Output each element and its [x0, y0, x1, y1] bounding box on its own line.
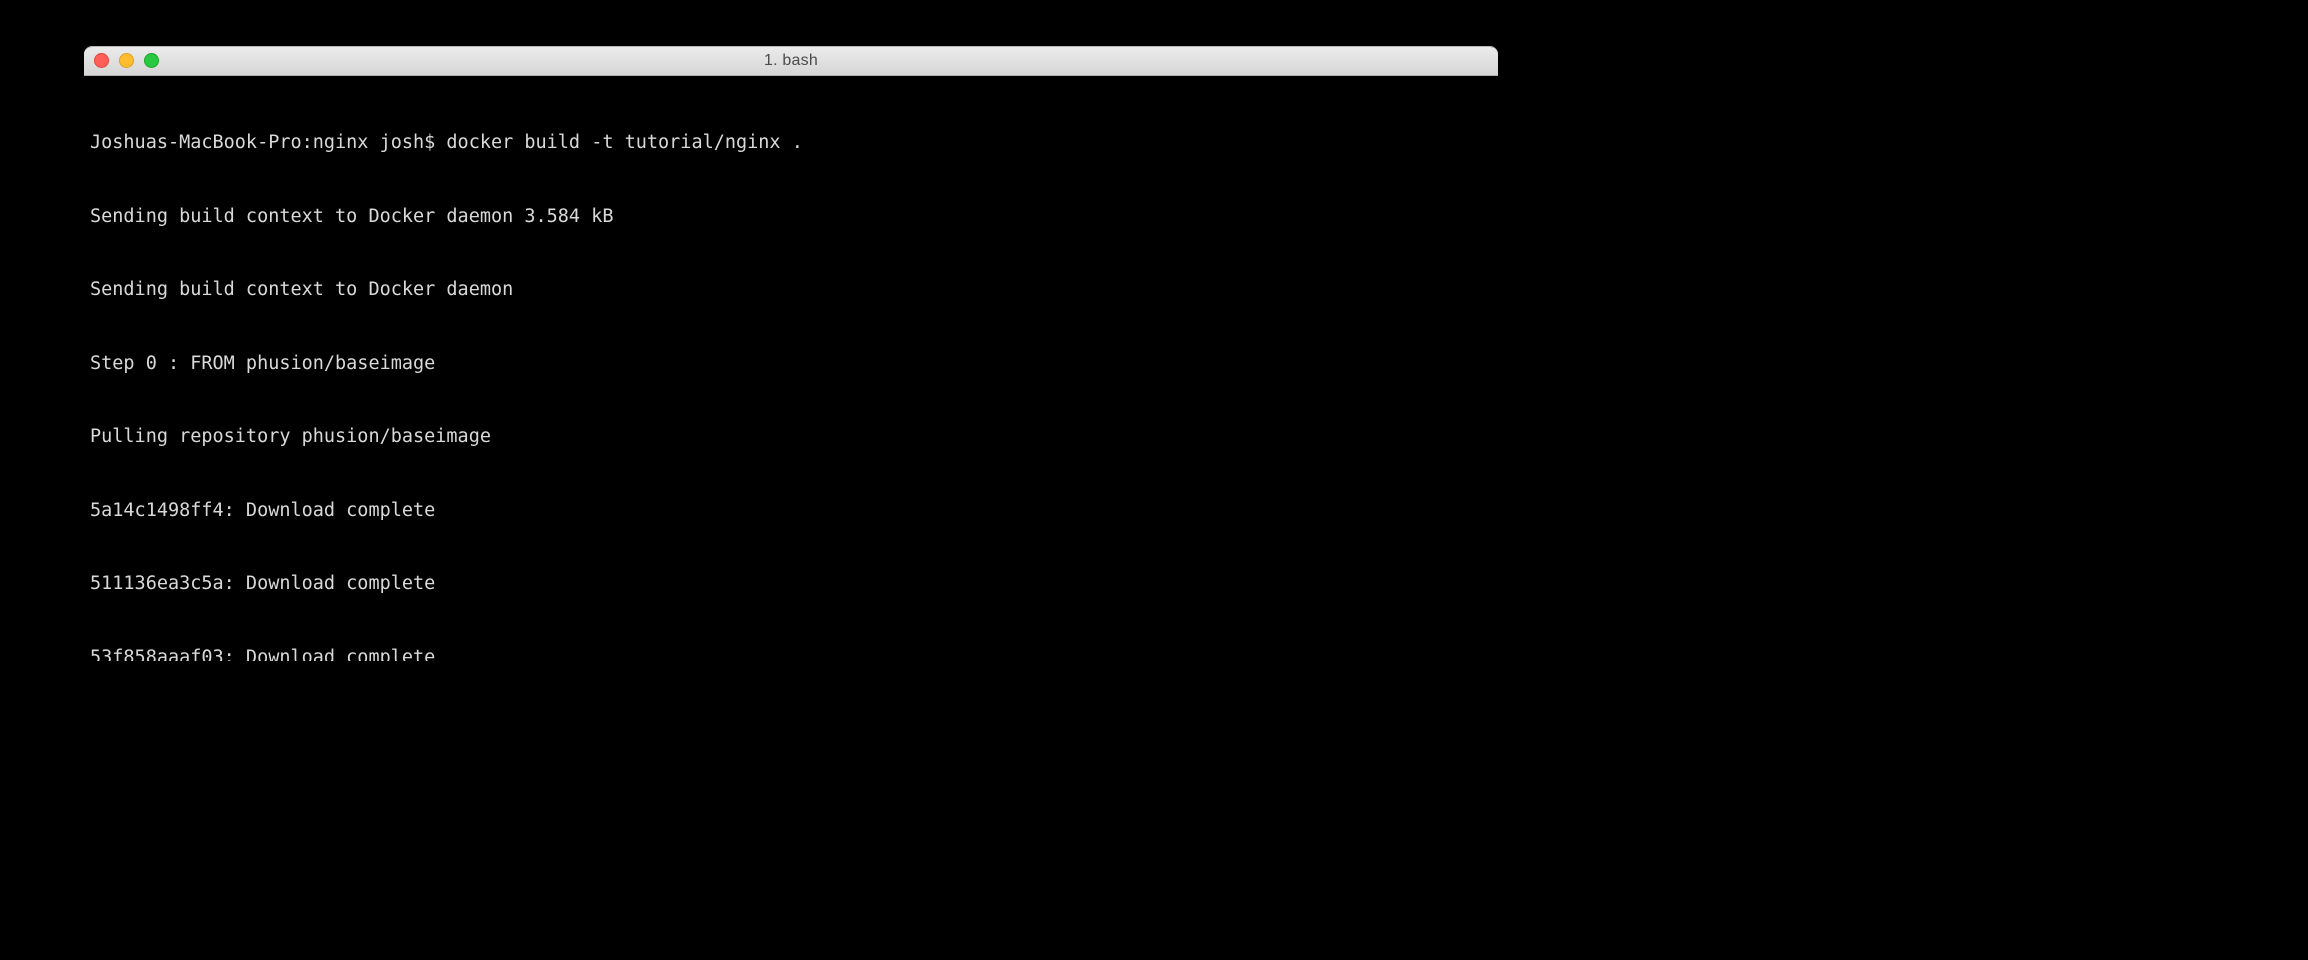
traffic-lights	[94, 53, 159, 68]
window-title: 1. bash	[84, 52, 1498, 70]
terminal-body[interactable]: Joshuas-MacBook-Pro:nginx josh$ docker b…	[84, 76, 1498, 661]
terminal-line: Sending build context to Docker daemon 3…	[90, 205, 1490, 230]
terminal-line: Sending build context to Docker daemon	[90, 278, 1490, 303]
terminal-line: 5a14c1498ff4: Download complete	[90, 499, 1490, 524]
close-icon[interactable]	[94, 53, 109, 68]
zoom-icon[interactable]	[144, 53, 159, 68]
terminal-line: Step 0 : FROM phusion/baseimage	[90, 352, 1490, 377]
minimize-icon[interactable]	[119, 53, 134, 68]
terminal-line: 511136ea3c5a: Download complete	[90, 572, 1490, 597]
terminal-line: 53f858aaaf03: Download complete	[90, 646, 1490, 662]
title-bar[interactable]: 1. bash	[84, 47, 1498, 76]
terminal-line: Joshuas-MacBook-Pro:nginx josh$ docker b…	[90, 131, 1490, 156]
terminal-line: Pulling repository phusion/baseimage	[90, 425, 1490, 450]
terminal-window: 1. bash Joshuas-MacBook-Pro:nginx josh$ …	[84, 46, 1498, 661]
